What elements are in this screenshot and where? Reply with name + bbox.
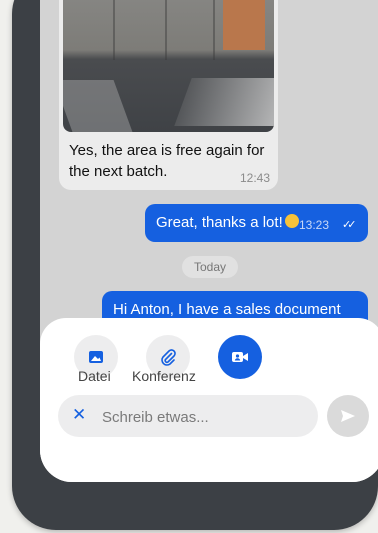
message-text-wrap: Great, thanks a lot! — [156, 214, 299, 231]
incoming-photo-message[interactable]: Yes, the area is free again for the next… — [59, 0, 278, 190]
message-time: 13:23 — [299, 218, 330, 232]
paperclip-icon — [161, 349, 176, 366]
message-input[interactable] — [100, 395, 304, 439]
date-separator: Today — [182, 256, 238, 278]
phone-frame: Yes, the area is free again for the next… — [12, 0, 378, 530]
photo-detail — [113, 0, 115, 60]
message-text: Great, thanks a lot! — [156, 214, 283, 231]
photo-attachment[interactable] — [63, 0, 274, 132]
photo-detail — [213, 0, 215, 60]
message-input-bar: ✕ — [58, 395, 318, 439]
photo-detail — [174, 78, 274, 126]
close-icon[interactable]: ✕ — [72, 405, 86, 425]
send-icon — [341, 410, 355, 422]
screen: Yes, the area is free again for the next… — [40, 0, 378, 482]
grinning-face-icon — [284, 214, 299, 228]
message-time: 12:43 — [239, 171, 270, 185]
file-label: Datei — [78, 368, 111, 384]
video-call-icon — [232, 352, 248, 362]
message-text: Hi Anton, I have a sales document — [113, 301, 341, 318]
photo-detail — [63, 80, 133, 132]
conference-call-button[interactable] — [218, 335, 262, 379]
outgoing-message[interactable]: Great, thanks a lot! 13:23 ✓✓ — [145, 204, 368, 242]
read-receipt-icon: ✓✓ — [342, 219, 357, 231]
conference-label: Konferenz — [132, 368, 196, 384]
attachment-sheet: Datei Konferenz ✕ — [40, 318, 378, 482]
photo-detail — [223, 0, 265, 50]
image-icon — [89, 351, 103, 363]
send-button[interactable] — [327, 395, 369, 437]
photo-detail — [165, 0, 167, 60]
